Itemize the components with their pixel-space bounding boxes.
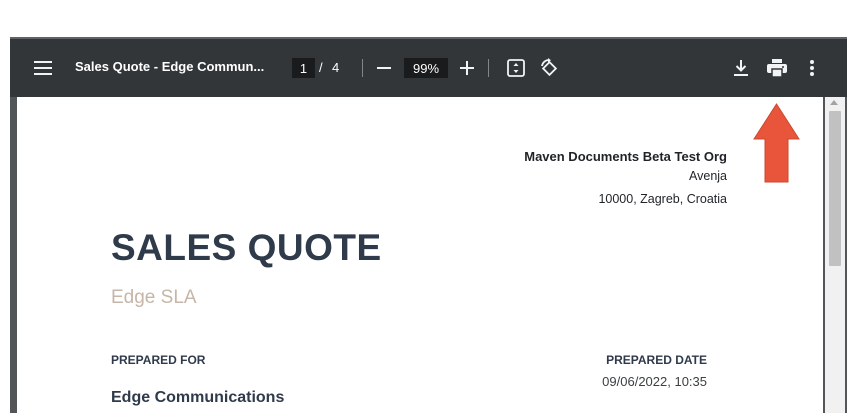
page-separator: /	[319, 60, 323, 75]
prepared-for-label: PREPARED FOR	[111, 353, 206, 367]
toolbar-divider	[362, 59, 363, 77]
toolbar-divider	[488, 59, 489, 77]
fit-to-page-icon[interactable]	[505, 57, 527, 79]
quote-title: SALES QUOTE	[111, 227, 382, 268]
prepared-date-value: 09/06/2022, 10:35	[602, 374, 707, 389]
zoom-input[interactable]: 99%	[404, 58, 448, 78]
organization-block: Maven Documents Beta Test Org Avenja 100…	[524, 149, 727, 211]
menu-icon[interactable]	[32, 57, 54, 79]
scrollbar-thumb[interactable]	[829, 111, 841, 266]
more-vertical-icon[interactable]	[801, 57, 823, 79]
organization-address-line: Avenja	[689, 169, 727, 183]
document-title: Sales Quote - Edge Commun...	[75, 59, 265, 74]
pdf-toolbar: Sales Quote - Edge Commun... 1 / 4 99%	[10, 39, 847, 97]
download-icon[interactable]	[730, 57, 752, 79]
minus-icon[interactable]	[373, 57, 395, 79]
prepared-date-label: PREPARED DATE	[606, 353, 707, 367]
quote-subtitle: Edge SLA	[111, 287, 197, 308]
plus-icon[interactable]	[456, 57, 478, 79]
organization-address-line: 10000, Zagreb, Croatia	[598, 192, 727, 206]
print-icon[interactable]	[765, 57, 789, 79]
page-number-input[interactable]: 1	[292, 58, 315, 78]
pdf-page: Maven Documents Beta Test Org Avenja 100…	[17, 97, 823, 413]
page-total: 4	[332, 60, 340, 75]
annotation-arrow-icon	[753, 103, 800, 183]
organization-name: Maven Documents Beta Test Org	[524, 149, 727, 164]
customer-name: Edge Communications	[111, 389, 285, 406]
vertical-scrollbar[interactable]	[825, 97, 845, 413]
pdf-viewer: Sales Quote - Edge Commun... 1 / 4 99% M…	[10, 37, 847, 413]
rotate-icon[interactable]	[537, 56, 561, 80]
scroll-up-icon[interactable]	[830, 100, 838, 105]
